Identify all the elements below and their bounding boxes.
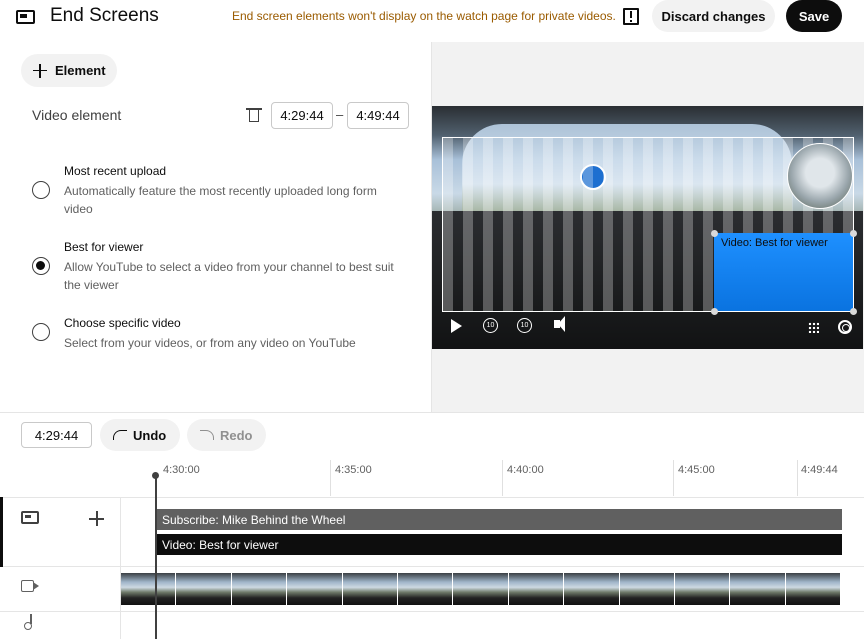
filmstrip-frame xyxy=(674,573,731,605)
filmstrip-frame xyxy=(176,573,232,605)
current-time-field[interactable]: 4:29:44 xyxy=(21,422,92,448)
option-description: Automatically feature the most recently … xyxy=(64,184,377,216)
timeline-divider xyxy=(0,412,864,413)
filmstrip-frame xyxy=(619,573,675,605)
ruler-tick xyxy=(797,460,798,496)
playhead[interactable] xyxy=(155,476,157,639)
undo-label: Undo xyxy=(133,427,167,443)
end-screen-icon xyxy=(16,10,35,24)
option-description: Select from your videos, or from any vid… xyxy=(64,336,356,350)
feedback-icon[interactable] xyxy=(623,8,639,25)
option-title: Choose specific video xyxy=(64,316,181,330)
selected-track-indicator xyxy=(0,497,3,567)
filmstrip-frame xyxy=(231,573,288,605)
ruler-tick xyxy=(330,460,331,496)
forward-10-icon[interactable]: 10 xyxy=(517,318,532,333)
save-button[interactable]: Save xyxy=(786,0,842,32)
undo-icon xyxy=(113,430,127,440)
radio-choose-specific-video[interactable] xyxy=(32,323,50,341)
resize-handle[interactable] xyxy=(711,230,718,237)
ruler-label: 4:49:44 xyxy=(801,464,838,476)
delete-element-icon[interactable] xyxy=(246,107,262,122)
element-type-label: Video element xyxy=(32,107,122,123)
option-description: Allow YouTube to select a video from you… xyxy=(64,260,394,292)
filmstrip-frame xyxy=(564,573,620,605)
filmstrip-frame xyxy=(287,573,343,605)
audio-track-icon xyxy=(24,614,32,630)
ruler-label: 4:40:00 xyxy=(507,464,544,476)
filmstrip-frame xyxy=(730,573,786,605)
filmstrip-frame xyxy=(453,573,509,605)
option-title: Best for viewer xyxy=(64,240,144,254)
resize-handle[interactable] xyxy=(711,308,718,315)
time-separator: – xyxy=(336,107,344,122)
element-end-time[interactable]: 4:49:44 xyxy=(347,102,409,129)
rewind-10-icon[interactable]: 10 xyxy=(483,318,498,333)
filmstrip-frame xyxy=(785,573,842,605)
filmstrip-frame xyxy=(121,573,177,605)
redo-icon xyxy=(200,430,214,440)
settings-gear-icon[interactable] xyxy=(838,320,852,334)
page-title: End Screens xyxy=(50,5,159,26)
play-icon[interactable] xyxy=(451,319,462,333)
filmstrip-frame xyxy=(397,573,454,605)
redo-label: Redo xyxy=(220,427,253,443)
header: End Screens End screen elements won't di… xyxy=(0,0,864,40)
radio-most-recent-upload[interactable] xyxy=(32,181,50,199)
track-divider xyxy=(0,566,864,567)
end-screen-track-icon xyxy=(21,511,39,524)
subscribe-element-avatar[interactable] xyxy=(787,143,853,209)
add-element-button[interactable]: Element xyxy=(21,54,117,87)
ruler-label: 4:30:00 xyxy=(163,464,200,476)
element-editor-panel: Element Video element 4:29:44 – 4:49:44 … xyxy=(0,42,431,412)
video-element-overlay[interactable]: Video: Best for viewer xyxy=(714,233,853,311)
video-filmstrip xyxy=(121,573,842,605)
discard-changes-button[interactable]: Discard changes xyxy=(652,0,775,32)
undo-button[interactable]: Undo xyxy=(100,419,180,451)
volume-icon[interactable] xyxy=(554,316,565,332)
grid-icon[interactable] xyxy=(808,322,819,333)
ruler-tick xyxy=(502,460,503,496)
video-element-bar[interactable]: Video: Best for viewer xyxy=(155,534,842,555)
video-element-label: Video: Best for viewer xyxy=(721,237,828,249)
add-track-element-icon[interactable] xyxy=(89,511,104,526)
video-preview: Video: Best for viewer 10 10 xyxy=(432,106,863,349)
redo-button[interactable]: Redo xyxy=(187,419,266,451)
option-title: Most recent upload xyxy=(64,164,167,178)
filmstrip-frame xyxy=(342,573,398,605)
filmstrip-frame xyxy=(508,573,565,605)
element-start-time[interactable]: 4:29:44 xyxy=(271,102,333,129)
track-divider xyxy=(0,497,864,498)
subscribe-element-bar[interactable]: Subscribe: Mike Behind the Wheel xyxy=(155,509,842,530)
ruler-tick xyxy=(673,460,674,496)
private-video-notice: End screen elements won't display on the… xyxy=(232,9,616,23)
resize-handle[interactable] xyxy=(850,230,857,237)
add-element-label: Element xyxy=(55,63,106,78)
track-sidebar-separator xyxy=(120,497,121,639)
track-divider xyxy=(0,611,864,612)
resize-handle[interactable] xyxy=(850,308,857,315)
plus-icon xyxy=(33,63,47,78)
ruler-label: 4:35:00 xyxy=(335,464,372,476)
video-track-icon xyxy=(21,580,39,592)
ruler-label: 4:45:00 xyxy=(678,464,715,476)
radio-best-for-viewer[interactable] xyxy=(32,257,50,275)
